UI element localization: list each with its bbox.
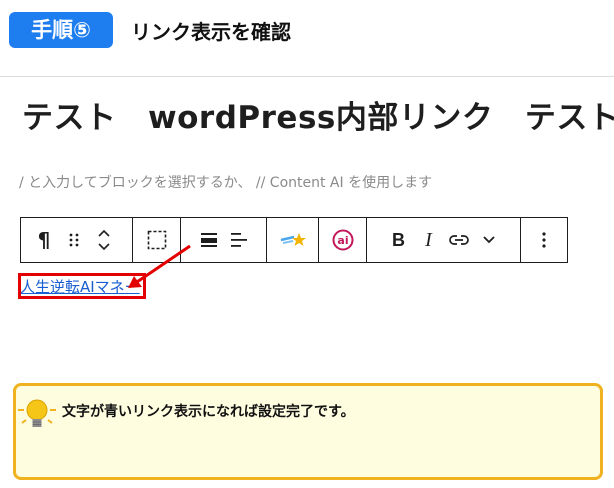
- lightbulb-icon: [18, 399, 56, 427]
- tip-text: 文字が青いリンク表示になれば設定完了です。: [62, 404, 355, 420]
- tip-box: [13, 383, 603, 480]
